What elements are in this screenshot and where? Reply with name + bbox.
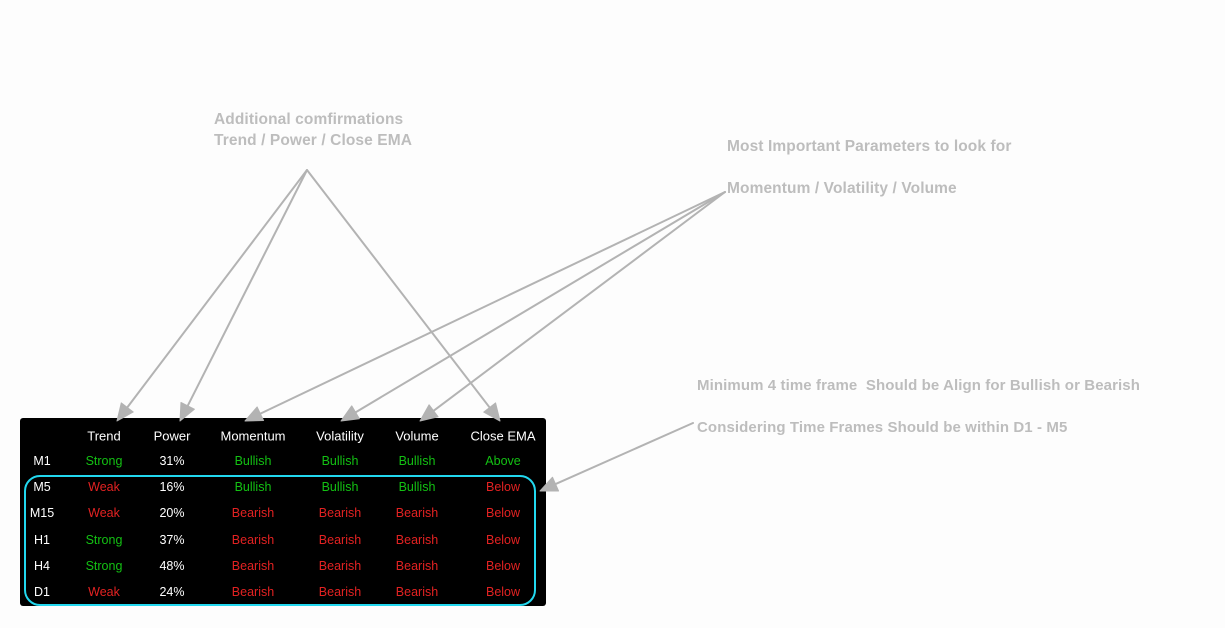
arrow-to-close-ema [306, 169, 501, 422]
column-header-trend: Trend [87, 428, 121, 444]
column-header-momentum: Momentum [220, 428, 286, 444]
cell-m1-volatility: Bullish [321, 454, 359, 468]
column-header-power: Power [153, 428, 191, 444]
cell-m1-volume: Bullish [398, 454, 436, 468]
arrow-to-momentum [244, 191, 726, 422]
annotated-screenshot: Trend Power Momentum Volatility Volume Close … [0, 0, 1225, 628]
column-header-close_ema: Close EMA [470, 428, 536, 444]
column-header-volume: Volume [395, 428, 439, 444]
timeframe-range-highlight [24, 475, 536, 606]
arrow-to-highlight [539, 422, 694, 492]
timeframe-label-m1: M1 [33, 454, 51, 468]
note-most-important-parameters: Most Important Parameters to look for [727, 138, 1012, 155]
cell-m1-close_ema: Above [485, 454, 521, 468]
note-considering-time-frames: Considering Time Frames Should be within… [697, 419, 1068, 436]
arrow-to-trend [116, 169, 308, 422]
arrow-to-volatility [340, 191, 726, 422]
arrow-to-power [179, 169, 308, 422]
note-momentum-volatility-volume: Momentum / Volatility / Volume [727, 180, 957, 197]
arrow-to-volume [419, 191, 726, 422]
cell-m1-power: 31% [159, 454, 185, 468]
cell-m1-trend: Strong [85, 454, 123, 468]
note-additional-confirmations: Additional comfirmations Trend / Power /… [214, 111, 413, 149]
note-minimum-timeframes: Minimum 4 time frame Should be Align for… [697, 377, 1140, 394]
cell-m1-momentum: Bullish [234, 454, 272, 468]
column-header-volatility: Volatility [316, 428, 364, 444]
